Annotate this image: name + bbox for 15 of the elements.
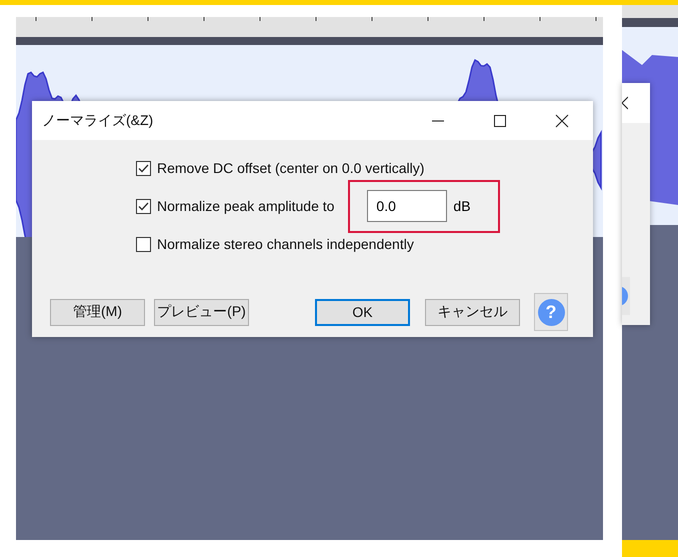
bottom-bar <box>622 540 678 557</box>
dialog-button[interactable]: OK <box>315 298 410 326</box>
checkbox[interactable] <box>136 236 151 252</box>
option-label: Remove DC offset (center on 0.0 vertically) <box>157 160 424 176</box>
dialog-button[interactable]: プレビュー(P) <box>154 298 249 326</box>
unit-label: dB <box>453 198 471 214</box>
option-label: Normalize stereo channels independently <box>157 236 414 252</box>
option-label: Normalize peak amplitude to <box>157 198 334 214</box>
maximize-icon[interactable] <box>493 114 507 128</box>
checkbox[interactable] <box>136 160 151 176</box>
checkbox[interactable] <box>136 198 151 214</box>
dialog-button[interactable]: キャンセル <box>425 298 520 326</box>
amplitude-field[interactable]: 0.0 <box>367 190 448 222</box>
dialog-button[interactable]: 管理(M) <box>50 298 145 326</box>
dialog-title: ノーマライズ(&Z) <box>42 112 154 130</box>
